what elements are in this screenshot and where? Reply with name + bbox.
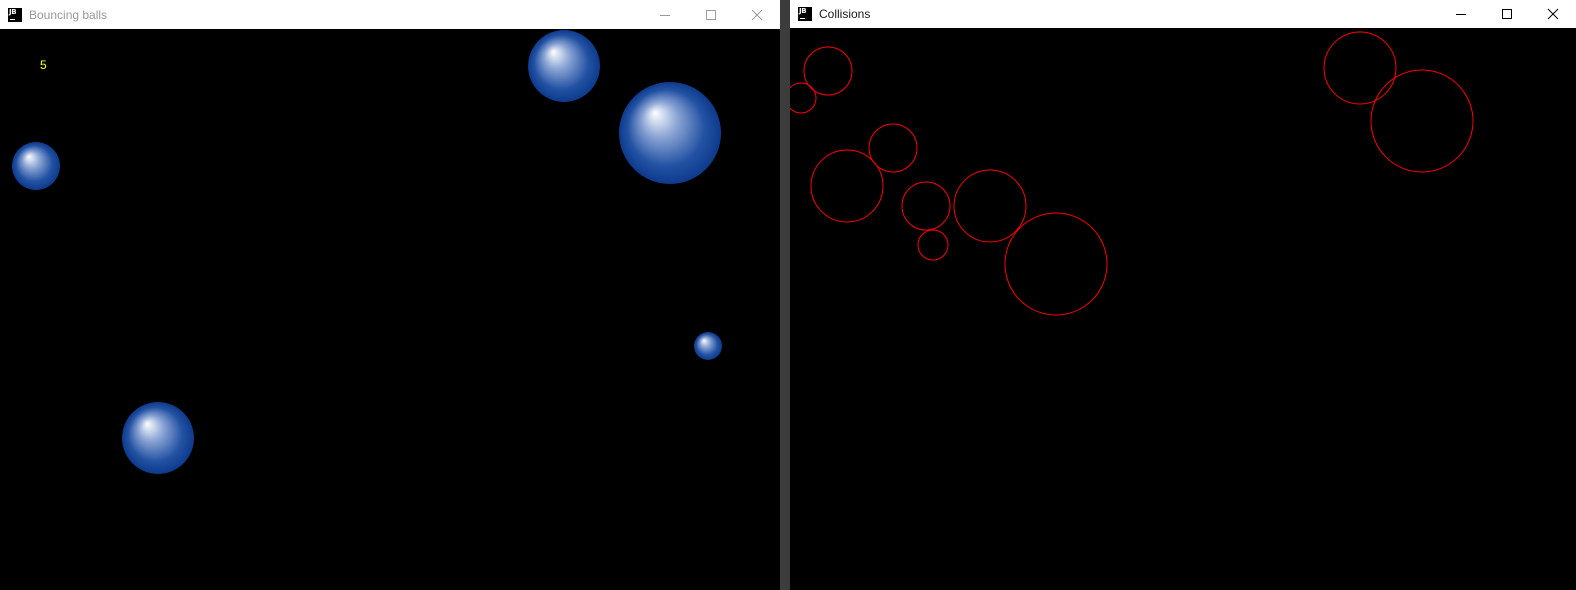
collisions-window: JB Collisions <box>790 0 1576 590</box>
balls-drawing <box>12 30 722 474</box>
ball-4 <box>694 332 722 360</box>
maximize-icon <box>1502 9 1512 19</box>
collision-circle-4 <box>810 149 884 223</box>
collision-circle-5 <box>901 181 951 231</box>
collision-circle-8 <box>1004 212 1108 316</box>
close-button[interactable] <box>734 0 780 29</box>
minimize-button[interactable] <box>1438 0 1484 28</box>
jetbrains-app-icon: JB <box>8 7 22 22</box>
ball-5 <box>122 402 194 474</box>
bouncing-balls-window: JB Bouncing balls 5 <box>0 0 780 590</box>
collisions-drawing <box>790 31 1474 316</box>
ball-1 <box>528 30 600 102</box>
ball-2 <box>619 82 721 184</box>
window-controls <box>642 0 780 29</box>
collision-circle-2 <box>790 82 817 114</box>
balls-canvas: 5 <box>0 29 780 590</box>
collision-circle-7 <box>917 229 949 261</box>
close-icon <box>751 9 763 20</box>
jetbrains-app-icon: JB <box>798 7 812 21</box>
collision-circle-6 <box>953 169 1027 243</box>
maximize-icon <box>706 9 716 20</box>
window-title: Collisions <box>819 7 871 21</box>
collisions-canvas <box>790 28 1576 590</box>
minimize-button[interactable] <box>642 0 688 29</box>
close-button[interactable] <box>1530 0 1576 28</box>
maximize-button[interactable] <box>1484 0 1530 28</box>
title-bar[interactable]: JB Collisions <box>790 0 1576 28</box>
minimize-icon <box>660 14 670 16</box>
title-bar[interactable]: JB Bouncing balls <box>0 0 780 29</box>
collision-circle-9 <box>1323 31 1397 105</box>
minimize-icon <box>1456 14 1466 15</box>
collision-circle-10 <box>1370 69 1474 173</box>
ball-counter: 5 <box>40 58 47 72</box>
window-controls <box>1438 0 1576 28</box>
window-title: Bouncing balls <box>29 7 108 22</box>
ball-3 <box>12 142 60 190</box>
maximize-button[interactable] <box>688 0 734 29</box>
close-icon <box>1547 8 1559 20</box>
collision-circle-1 <box>803 46 853 96</box>
window-divider <box>780 0 790 590</box>
